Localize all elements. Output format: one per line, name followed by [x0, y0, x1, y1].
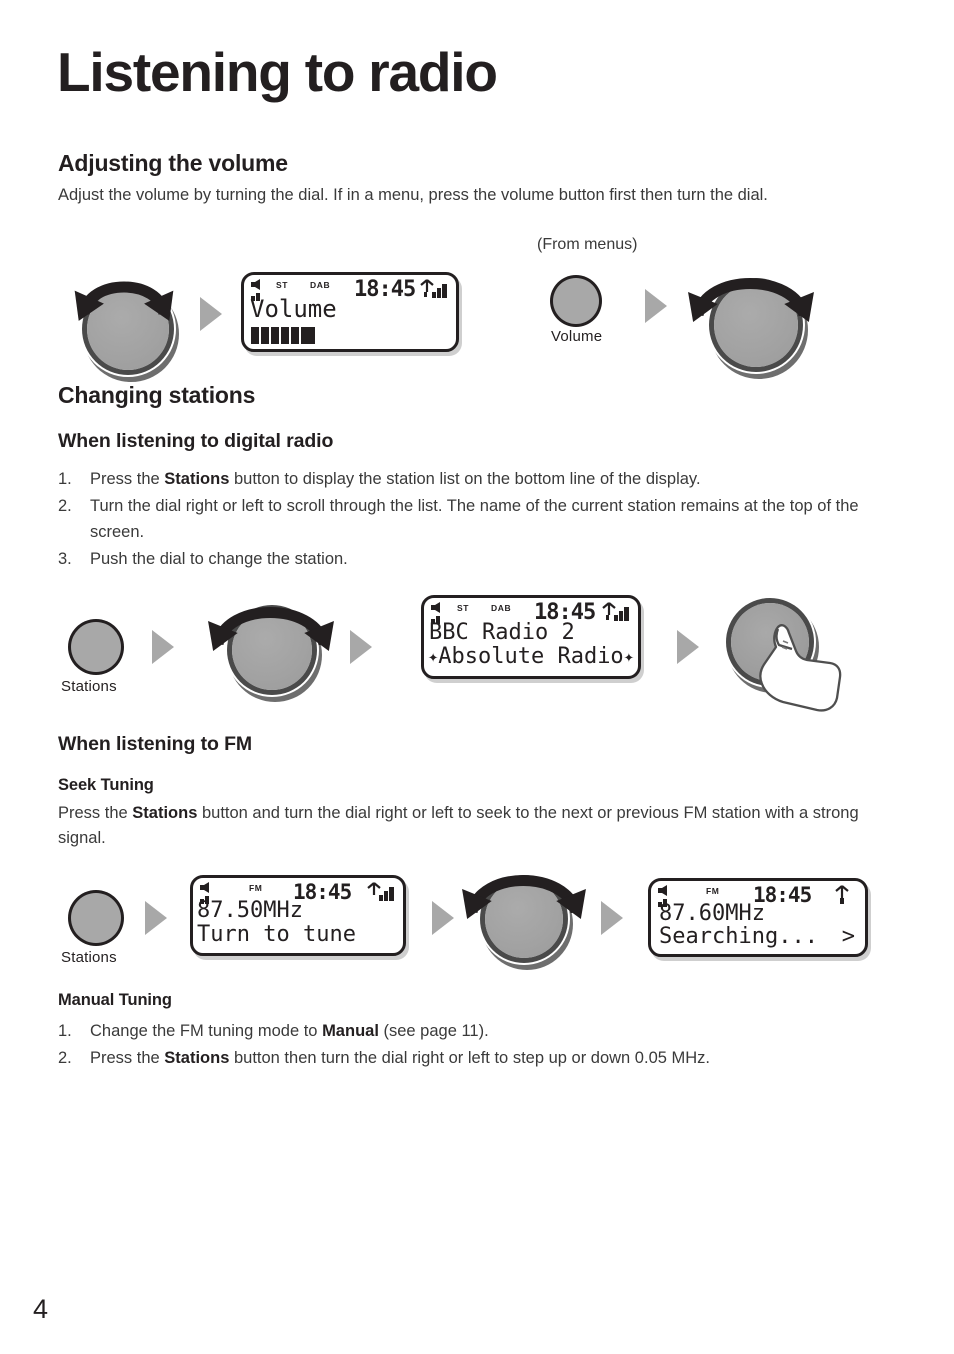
volume-bar-segment — [271, 327, 279, 344]
list-item: 2. Press the Stations button then turn th… — [58, 1045, 898, 1071]
list-item: 3. Push the dial to change the station. — [58, 546, 898, 572]
manual-tuning-steps: 1. Change the FM tuning mode to Manual (s… — [58, 1018, 898, 1072]
lcd-line-status: Searching... — [659, 924, 818, 949]
lcd-tag-fm: FM — [249, 883, 263, 893]
dial-knob[interactable] — [87, 288, 169, 370]
from-menus-caption: (From menus) — [537, 236, 638, 253]
lcd-station-name: Absolute Radio — [438, 644, 624, 669]
lcd-volume-bargraph — [251, 327, 315, 344]
lcd-tag-dab-2: DAB — [491, 603, 512, 613]
volume-body-text: Adjust the volume by turning the dial. I… — [58, 186, 768, 204]
list-item-text: Press the Stations button to display the… — [90, 470, 701, 488]
volume-button-label: Volume — [551, 328, 603, 345]
lcd-tag-st-2: ST — [457, 603, 470, 613]
flow-marker-icon-5 — [677, 630, 699, 664]
lcd-tag-st: ST — [276, 280, 289, 290]
signal-strength-icon-2 — [602, 602, 629, 621]
flow-marker-icon-4 — [350, 630, 372, 664]
flow-marker-icon-2 — [645, 289, 667, 323]
volume-button[interactable] — [553, 278, 599, 324]
list-item: 1. Change the FM tuning mode to Manual (s… — [58, 1018, 898, 1044]
hand-press-icon — [759, 624, 842, 712]
volume-dial-right[interactable] — [714, 283, 798, 367]
stations-button-label-fm: Stations — [61, 949, 117, 966]
list-item-text: Change the FM tuning mode to Manual (see… — [90, 1022, 489, 1040]
page-number: 4 — [33, 1294, 49, 1324]
lcd-line-frequency: 87.50MHz — [197, 898, 303, 923]
lcd-line-frequency-2: 87.60MHz — [659, 901, 765, 926]
volume-bar-segment — [281, 327, 289, 344]
digital-radio-steps: 1. Press the Stations button to display t… — [58, 466, 898, 573]
list-item: 1. Press the Stations button to display t… — [58, 466, 898, 492]
fm-tuning-dial[interactable] — [485, 880, 563, 958]
speaker-icon — [251, 279, 260, 290]
flow-marker-icon-8 — [601, 901, 623, 935]
volume-bar-segment — [251, 327, 259, 344]
lcd-clock: 18:45 — [354, 277, 416, 302]
volume-bar-segment — [291, 327, 299, 344]
lcd-display-station-list: ST DAB 18:45 BBC Radio 2 ✦ Absolute Radi… — [421, 595, 641, 679]
list-item-number: 3. — [58, 550, 72, 568]
lcd-line-station-selected: ✦ Absolute Radio ✦ — [428, 644, 634, 669]
signal-strength-icon-weak — [835, 885, 849, 904]
page-title: Listening to radio — [57, 41, 498, 103]
flow-marker-icon — [200, 297, 222, 331]
lcd-line-hint: Turn to tune — [197, 922, 356, 947]
lcd-display-fm-before: FM 18:45 87.50MHz Turn to tune — [190, 875, 406, 956]
subheading-manual-tuning: Manual Tuning — [58, 991, 172, 1009]
signal-strength-icon-3 — [367, 882, 394, 901]
seek-tuning-body: Press the Stations button and turn the d… — [58, 804, 859, 847]
lcd-marker-next: > — [841, 924, 855, 949]
subheading-fm: When listening to FM — [58, 733, 253, 755]
lcd-marker-left: ✦ — [428, 646, 439, 667]
volume-bar-segment — [301, 327, 315, 344]
list-item-text: Turn the dial right or left to scroll th… — [90, 497, 859, 541]
list-item-number: 1. — [58, 470, 72, 488]
list-item-number: 2. — [58, 1049, 72, 1067]
lcd-line-1: Volume — [250, 295, 337, 323]
subheading-seek-tuning: Seek Tuning — [58, 776, 154, 794]
station-dial[interactable] — [232, 610, 312, 690]
lcd-tag-fm-2: FM — [706, 886, 720, 896]
flow-marker-icon-7 — [432, 901, 454, 935]
speaker-icon-4 — [658, 885, 667, 896]
list-item-number: 2. — [58, 497, 72, 515]
list-item: 2. Turn the dial right or left to scroll … — [58, 493, 898, 545]
stations-button-digital[interactable] — [71, 622, 121, 672]
section-heading-volume: Adjusting the volume — [58, 150, 288, 176]
volume-bar-segment — [261, 327, 269, 344]
list-item-number: 1. — [58, 1022, 72, 1040]
lcd-marker-right: ✦ — [623, 646, 634, 667]
speaker-icon-2 — [431, 602, 440, 613]
flow-marker-icon-6 — [145, 901, 167, 935]
list-item-text: Press the Stations button then turn the … — [90, 1049, 711, 1067]
stations-button-label-digital: Stations — [61, 678, 117, 695]
lcd-display-fm-after: FM 18:45 87.60MHz Searching... > — [648, 878, 868, 957]
manual-page: Listening to radio Adjusting the volume … — [0, 0, 954, 1354]
section-heading-changing-stations: Changing stations — [58, 382, 256, 408]
lcd-line-station-current: BBC Radio 2 — [429, 620, 575, 645]
signal-strength-icon — [420, 279, 447, 298]
subheading-digital-radio: When listening to digital radio — [58, 430, 334, 452]
list-item-text: Push the dial to change the station. — [90, 550, 348, 568]
flow-marker-icon-3 — [152, 630, 174, 664]
speaker-icon-3 — [200, 882, 209, 893]
lcd-tag-dab: DAB — [310, 280, 331, 290]
lcd-display-volume: ST DAB 18:45 Volume — [241, 272, 459, 352]
stations-button-fm[interactable] — [71, 893, 121, 943]
